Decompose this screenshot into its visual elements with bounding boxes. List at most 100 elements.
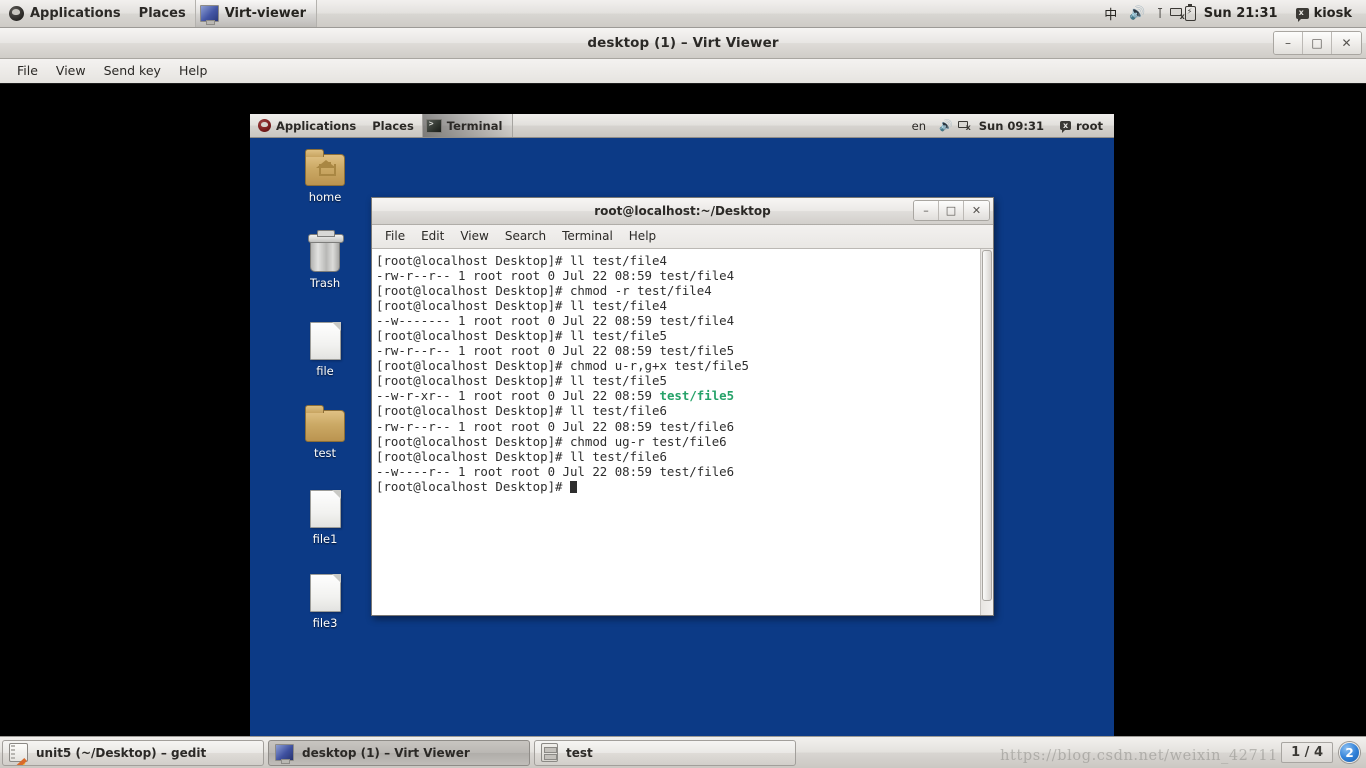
close-button[interactable]: ✕ — [1332, 32, 1361, 54]
desktop-icon-trash[interactable]: Trash — [288, 230, 362, 290]
speaker-icon[interactable]: 🔊 — [934, 119, 958, 132]
host-user-menu[interactable]: kiosk — [1286, 6, 1362, 22]
desktop-icon-home[interactable]: home — [288, 149, 362, 204]
desktop-icon-label: Trash — [309, 276, 341, 290]
vm-clock[interactable]: Sun 09:31 — [971, 114, 1052, 137]
terminal-line: -rw-r--r-- 1 root root 0 Jul 22 08:59 te… — [376, 343, 735, 359]
host-clock[interactable]: Sun 21:31 — [1196, 6, 1286, 21]
host-top-panel: Applications Places Virt-viewer 中 🔊 ⊺ x … — [0, 0, 1366, 28]
monitor-icon — [199, 5, 219, 25]
vm-places-menu[interactable]: Places — [364, 114, 422, 137]
places-menu[interactable]: Places — [130, 0, 195, 27]
host-user-label: kiosk — [1313, 6, 1352, 21]
terminal-menu-edit[interactable]: Edit — [413, 225, 452, 248]
applications-menu[interactable]: Applications — [0, 0, 130, 27]
terminal-line: [root@localhost Desktop]# chmod u-r,g+x … — [376, 358, 749, 374]
terminal-line: -rw-r--r-- 1 root root 0 Jul 22 08:59 te… — [376, 418, 735, 434]
terminal-body[interactable]: [root@localhost Desktop]# ll test/file4-… — [372, 249, 993, 615]
virt-viewer-menubar: File View Send key Help — [0, 59, 1366, 84]
trash-icon — [308, 230, 344, 272]
terminal-menu-help[interactable]: Help — [621, 225, 664, 248]
fedora-logo-icon — [9, 6, 24, 21]
battery-charging-icon[interactable] — [1184, 3, 1196, 21]
vm-panel-right: en 🔊 x Sun 09:31 root — [904, 114, 1114, 137]
maximize-button[interactable]: □ — [939, 201, 964, 220]
input-method-icon[interactable]: 中 — [1097, 4, 1124, 23]
terminal-line: [root@localhost Desktop]# ll test/file5 — [376, 373, 667, 389]
folder-icon — [305, 405, 345, 442]
network-disconnected-icon[interactable]: x — [957, 120, 971, 132]
menu-send-key[interactable]: Send key — [95, 59, 170, 83]
virt-viewer-window: desktop (1) – Virt Viewer – □ ✕ File Vie… — [0, 28, 1366, 762]
desktop-icon-label: home — [308, 190, 342, 204]
close-button[interactable]: ✕ — [964, 201, 989, 220]
vm-applications-menu[interactable]: Applications — [250, 114, 364, 137]
terminal-menu-file[interactable]: File — [377, 225, 413, 248]
terminal-menu-search[interactable]: Search — [497, 225, 554, 248]
desktop-icon-file[interactable]: file — [288, 322, 362, 378]
keyboard-layout-indicator[interactable]: en — [904, 114, 934, 137]
vm-places-menu-label: Places — [372, 118, 414, 133]
speaker-icon[interactable]: 🔊 — [1124, 6, 1150, 21]
vm-top-panel: Applications Places Terminal en 🔊 x Sun … — [250, 114, 1114, 138]
taskbar-window-virt-viewer[interactable]: desktop (1) – Virt Viewer — [268, 739, 530, 766]
menu-view[interactable]: View — [47, 59, 95, 83]
vm-window-chip-terminal[interactable]: Terminal — [421, 114, 514, 137]
terminal-icon — [425, 118, 442, 133]
monitor-icon — [275, 744, 294, 764]
terminal-line: --w----r-- 1 root root 0 Jul 22 08:59 te… — [376, 463, 735, 479]
terminal-window-controls: – □ ✕ — [913, 200, 990, 221]
message-indicator-icon — [1060, 120, 1072, 133]
vm-window-chip-label: Terminal — [446, 118, 503, 133]
document-icon — [309, 574, 341, 612]
taskbar-window-label: test — [566, 745, 593, 760]
minimize-button[interactable]: – — [914, 201, 939, 220]
host-window-chip-virt-viewer[interactable]: Virt-viewer — [194, 0, 317, 27]
vm-user-menu[interactable]: root — [1052, 114, 1111, 137]
terminal-line: [root@localhost Desktop]# ll test/file5 — [376, 328, 667, 344]
maximize-button[interactable]: □ — [1303, 32, 1332, 54]
terminal-scrollbar-thumb[interactable] — [982, 250, 992, 602]
terminal-titlebar[interactable]: root@localhost:~/Desktop – □ ✕ — [372, 198, 993, 225]
terminal-window: root@localhost:~/Desktop – □ ✕ File Edit… — [371, 197, 994, 616]
watermark-text: https://blog.csdn.net/weixin_42711 — [1000, 748, 1278, 764]
host-panel-right: 中 🔊 ⊺ x Sun 21:31 kiosk — [1097, 0, 1366, 27]
bluetooth-icon[interactable]: ⊺ — [1151, 6, 1170, 22]
menu-help[interactable]: Help — [170, 59, 217, 83]
terminal-line: [root@localhost Desktop]# — [376, 479, 977, 494]
terminal-scrollbar[interactable] — [980, 249, 993, 615]
terminal-line: -rw-r--r-- 1 root root 0 Jul 22 08:59 te… — [376, 268, 735, 284]
terminal-title: root@localhost:~/Desktop — [594, 204, 771, 218]
desktop-icon-file1[interactable]: file1 — [288, 490, 362, 546]
taskbar-window-test[interactable]: test — [534, 739, 796, 766]
host-workspace-switcher[interactable]: 1 / 4 2 — [1281, 742, 1366, 763]
host-panel-left: Applications Places Virt-viewer — [0, 0, 317, 27]
terminal-highlight: test/file5 — [659, 388, 735, 404]
taskbar-window-gedit[interactable]: unit5 (~/Desktop) – gedit — [2, 739, 264, 766]
desktop-icon-test[interactable]: test — [288, 405, 362, 460]
network-disconnected-icon[interactable]: x — [1169, 7, 1185, 21]
host-workspace-badge[interactable]: 2 — [1339, 742, 1360, 763]
terminal-line: [root@localhost Desktop]# ll test/file6 — [376, 448, 667, 464]
vm-screen-viewport[interactable]: Applications Places Terminal en 🔊 x Sun … — [250, 114, 1114, 762]
virt-viewer-titlebar[interactable]: desktop (1) – Virt Viewer – □ ✕ — [0, 28, 1366, 59]
terminal-menu-view[interactable]: View — [452, 225, 496, 248]
virt-viewer-window-controls: – □ ✕ — [1273, 31, 1362, 55]
home-folder-icon — [305, 149, 345, 186]
terminal-output[interactable]: [root@localhost Desktop]# ll test/file4-… — [372, 249, 980, 615]
terminal-line: [root@localhost Desktop]# ll test/file4 — [376, 253, 667, 268]
message-indicator-icon — [1295, 7, 1309, 22]
taskbar-window-label: desktop (1) – Virt Viewer — [302, 745, 470, 760]
terminal-line: --w-r-xr-- 1 root root 0 Jul 22 08:59 te… — [376, 388, 735, 404]
virt-viewer-title: desktop (1) – Virt Viewer — [587, 35, 779, 51]
menu-file[interactable]: File — [8, 59, 47, 83]
host-workspace-label: 1 / 4 — [1281, 742, 1333, 763]
gedit-icon — [9, 743, 28, 762]
minimize-button[interactable]: – — [1274, 32, 1303, 54]
fedora-logo-icon — [258, 119, 271, 132]
vm-user-label: root — [1076, 118, 1103, 133]
desktop-icon-label: test — [313, 446, 337, 460]
desktop-icon-label: file — [316, 364, 334, 378]
desktop-icon-file3[interactable]: file3 — [288, 574, 362, 630]
terminal-menu-terminal[interactable]: Terminal — [554, 225, 621, 248]
